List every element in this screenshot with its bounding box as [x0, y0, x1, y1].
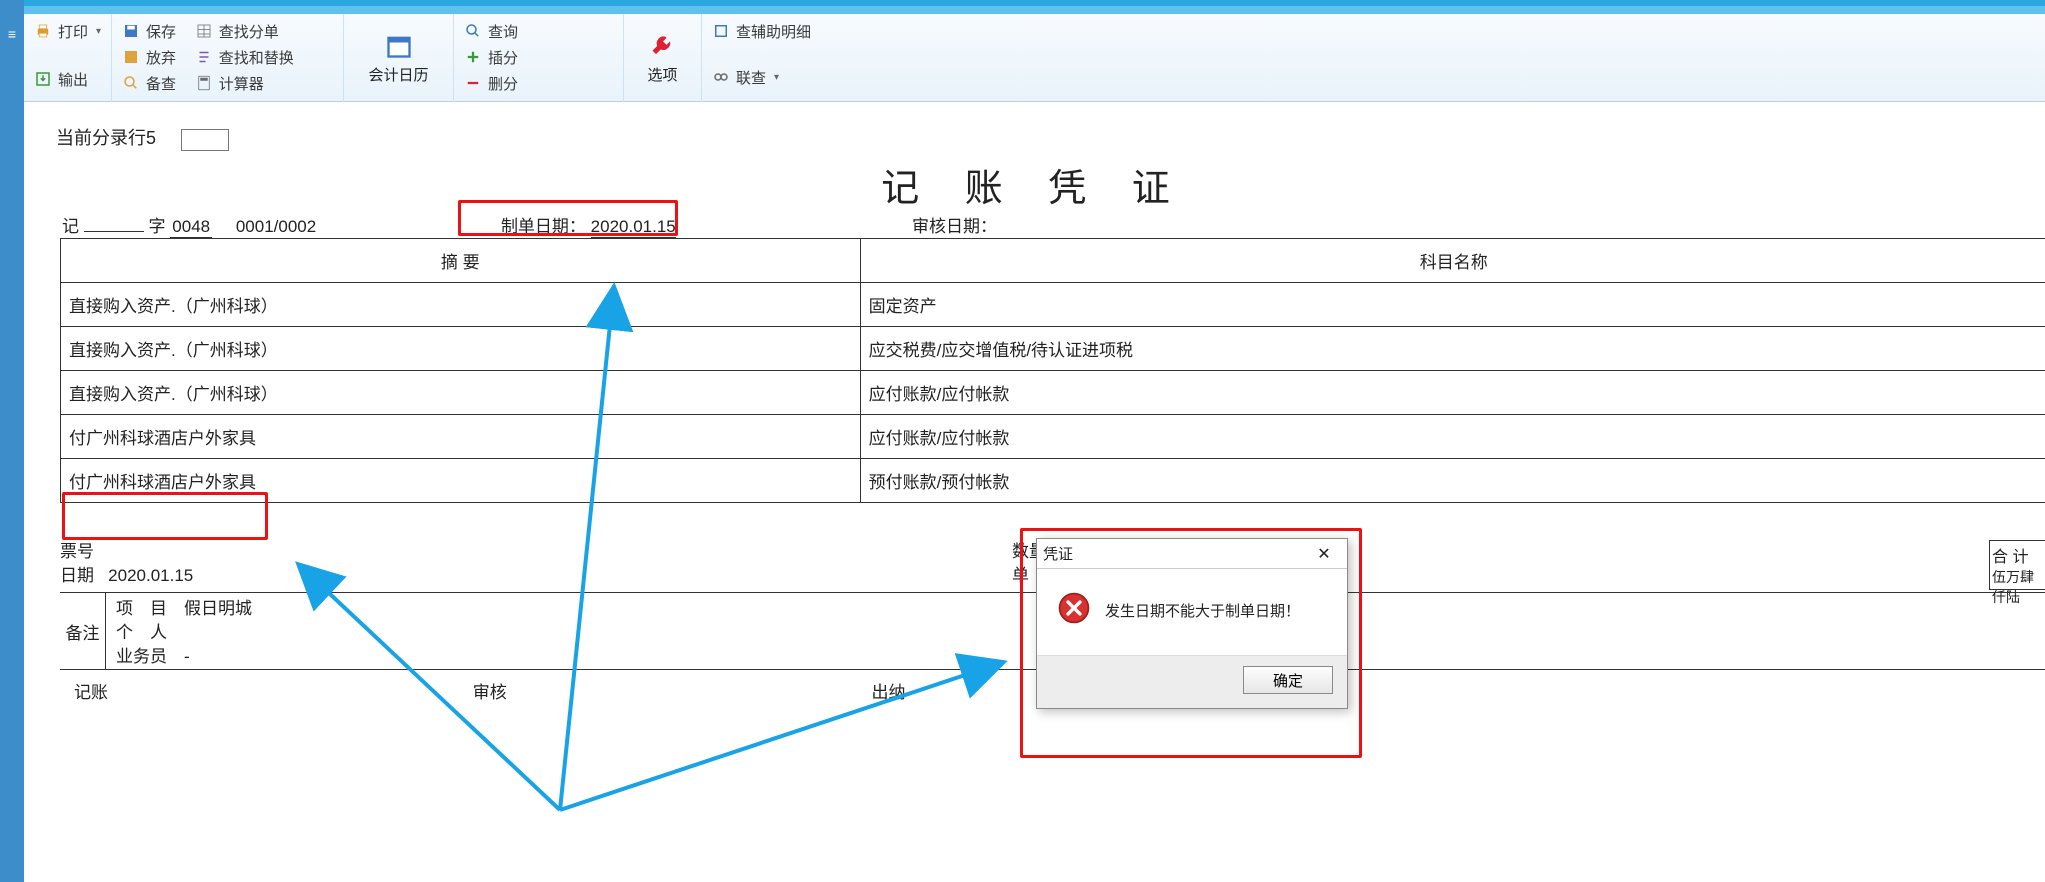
- print-label: 打印: [58, 21, 88, 42]
- close-icon[interactable]: ✕: [1307, 544, 1341, 564]
- options-button[interactable]: 选项: [634, 18, 691, 98]
- link-query-label: 联查: [736, 67, 766, 88]
- meta-zi: 字: [148, 212, 165, 237]
- options-label: 选项: [647, 64, 677, 85]
- cell-subject[interactable]: 应交税费/应交增值税/待认证进项税: [860, 327, 2045, 371]
- ticket-date-label: 日期: [60, 566, 94, 585]
- voucher-table: 摘 要 科目名称 直接购入资产.（广州科球）固定资产 直接购入资产.（广州科球）…: [60, 238, 2045, 503]
- calendar-button[interactable]: 会计日历: [354, 18, 443, 98]
- meta-prefix: 记: [62, 212, 79, 237]
- table-icon: [195, 22, 213, 40]
- table-row[interactable]: 直接购入资产.（广州科球）应交税费/应交增值税/待认证进项税: [61, 327, 2045, 371]
- current-row-label: 当前分录行5: [56, 128, 156, 148]
- dialog-message: 发生日期不能大于制单日期！: [1105, 600, 1300, 621]
- save-button[interactable]: 保存: [122, 18, 176, 44]
- query-button[interactable]: 查询: [464, 18, 518, 44]
- find-entry-button[interactable]: 查找分单: [195, 18, 294, 44]
- cell-summary[interactable]: 直接购入资产.（广州科球）: [61, 327, 861, 371]
- cell-subject[interactable]: 应付账款/应付帐款: [860, 371, 2045, 415]
- col-subject-header: 科目名称: [860, 239, 2045, 283]
- calculator-label: 计算器: [219, 73, 264, 94]
- export-icon: [34, 70, 52, 88]
- make-date-value[interactable]: 2020.01.15: [591, 217, 676, 238]
- calendar-label: 会计日历: [368, 64, 428, 85]
- notes-label: 备注: [60, 593, 106, 669]
- table-row[interactable]: 直接购入资产.（广州科球）固定资产: [61, 283, 2045, 327]
- link-icon: [712, 68, 730, 86]
- cell-subject[interactable]: 应付账款/应付帐款: [860, 415, 2045, 459]
- backup-icon: [122, 74, 140, 92]
- cell-summary[interactable]: 付广州科球酒店户外家具: [61, 459, 861, 503]
- delete-row-icon: [464, 74, 482, 92]
- current-row-input[interactable]: [181, 129, 229, 151]
- total-cell: 合 计 伍万肆仟陆: [1989, 540, 2045, 590]
- table-row[interactable]: 付广州科球酒店户外家具预付账款/预付帐款: [61, 459, 2045, 503]
- find-replace-label: 查找和替换: [219, 47, 294, 68]
- insert-row-icon: [464, 48, 482, 66]
- printer-icon: [34, 22, 52, 40]
- error-dialog: 凭证 ✕ 发生日期不能大于制单日期！ 确定: [1036, 538, 1348, 709]
- ticket-no-label: 票号: [60, 542, 94, 561]
- discard-button[interactable]: 放弃: [122, 44, 176, 70]
- insert-row-button[interactable]: 插分: [464, 44, 518, 70]
- find-entry-label: 查找分单: [219, 21, 279, 42]
- insert-label: 插分: [488, 47, 518, 68]
- link-query-button[interactable]: 联查▾: [712, 64, 822, 90]
- save-icon: [122, 22, 140, 40]
- wrench-icon: [649, 32, 677, 60]
- discard-icon: [122, 48, 140, 66]
- cell-summary[interactable]: 直接购入资产.（广州科球）: [61, 371, 861, 415]
- detail-icon: [712, 22, 730, 40]
- query-label: 查询: [488, 21, 518, 42]
- ribbon-accent: [24, 6, 2045, 14]
- calculator-icon: [195, 74, 213, 92]
- calendar-icon: [385, 32, 413, 60]
- cell-subject[interactable]: 固定资产: [860, 283, 2045, 327]
- delete-row-button[interactable]: 删分: [464, 70, 518, 96]
- ribbon: 打印▾ 输出 保存 放弃 备查 查找分单 查找和替换 计算器 会计日历 查询: [24, 14, 2045, 102]
- backup-button[interactable]: 备查: [122, 70, 176, 96]
- dialog-titlebar[interactable]: 凭证 ✕: [1037, 539, 1347, 569]
- calculator-button[interactable]: 计算器: [195, 70, 294, 96]
- total-label: 合 计: [1992, 543, 2043, 567]
- find-replace-icon: [195, 48, 213, 66]
- search-icon: [464, 22, 482, 40]
- ok-button[interactable]: 确定: [1243, 666, 1333, 694]
- cell-subject[interactable]: 预付账款/预付帐款: [860, 459, 2045, 503]
- signature-row: 记账 审核 出纳: [74, 678, 905, 703]
- document-title: 记 账 凭 证: [24, 157, 2045, 212]
- voucher-meta: 记 字 0048 0001/0002 制单日期： 2020.01.15 审核日期…: [62, 212, 2045, 238]
- aux-detail-button[interactable]: 查辅助明细: [712, 18, 822, 44]
- col-summary-header: 摘 要: [61, 239, 861, 283]
- cell-summary[interactable]: 直接购入资产.（广州科球）: [61, 283, 861, 327]
- table-row[interactable]: 付广州科球酒店户外家具应付账款/应付帐款: [61, 415, 2045, 459]
- sig-cashier: 出纳: [871, 678, 905, 703]
- sig-audit: 审核: [473, 678, 507, 703]
- voucher-seq: 0001/0002: [236, 217, 316, 237]
- discard-label: 放弃: [146, 47, 176, 68]
- current-row-info: 当前分录行5: [56, 124, 229, 151]
- aux-detail-label: 查辅助明细: [736, 21, 811, 42]
- dialog-title: 凭证: [1043, 543, 1073, 564]
- save-label: 保存: [146, 21, 176, 42]
- make-date-label: 制单日期：: [501, 212, 586, 237]
- left-sidebar: ≡: [0, 0, 24, 882]
- export-label: 输出: [58, 69, 88, 90]
- error-icon: [1057, 591, 1091, 629]
- ticket-date-value[interactable]: 2020.01.15: [108, 566, 193, 585]
- delete-label: 删分: [488, 73, 518, 94]
- find-replace-button[interactable]: 查找和替换: [195, 44, 294, 70]
- sig-post: 记账: [74, 678, 108, 703]
- table-row[interactable]: 直接购入资产.（广州科球）应付账款/应付帐款: [61, 371, 2045, 415]
- export-button[interactable]: 输出: [34, 66, 101, 92]
- backup-label: 备查: [146, 73, 176, 94]
- audit-date-label: 审核日期：: [912, 212, 997, 237]
- voucher-no: 0048: [170, 217, 212, 238]
- print-button[interactable]: 打印▾: [34, 18, 101, 44]
- cell-summary[interactable]: 付广州科球酒店户外家具: [61, 415, 861, 459]
- document-area: 当前分录行5 记 账 凭 证 记 字 0048 0001/0002 制单日期： …: [24, 102, 2045, 882]
